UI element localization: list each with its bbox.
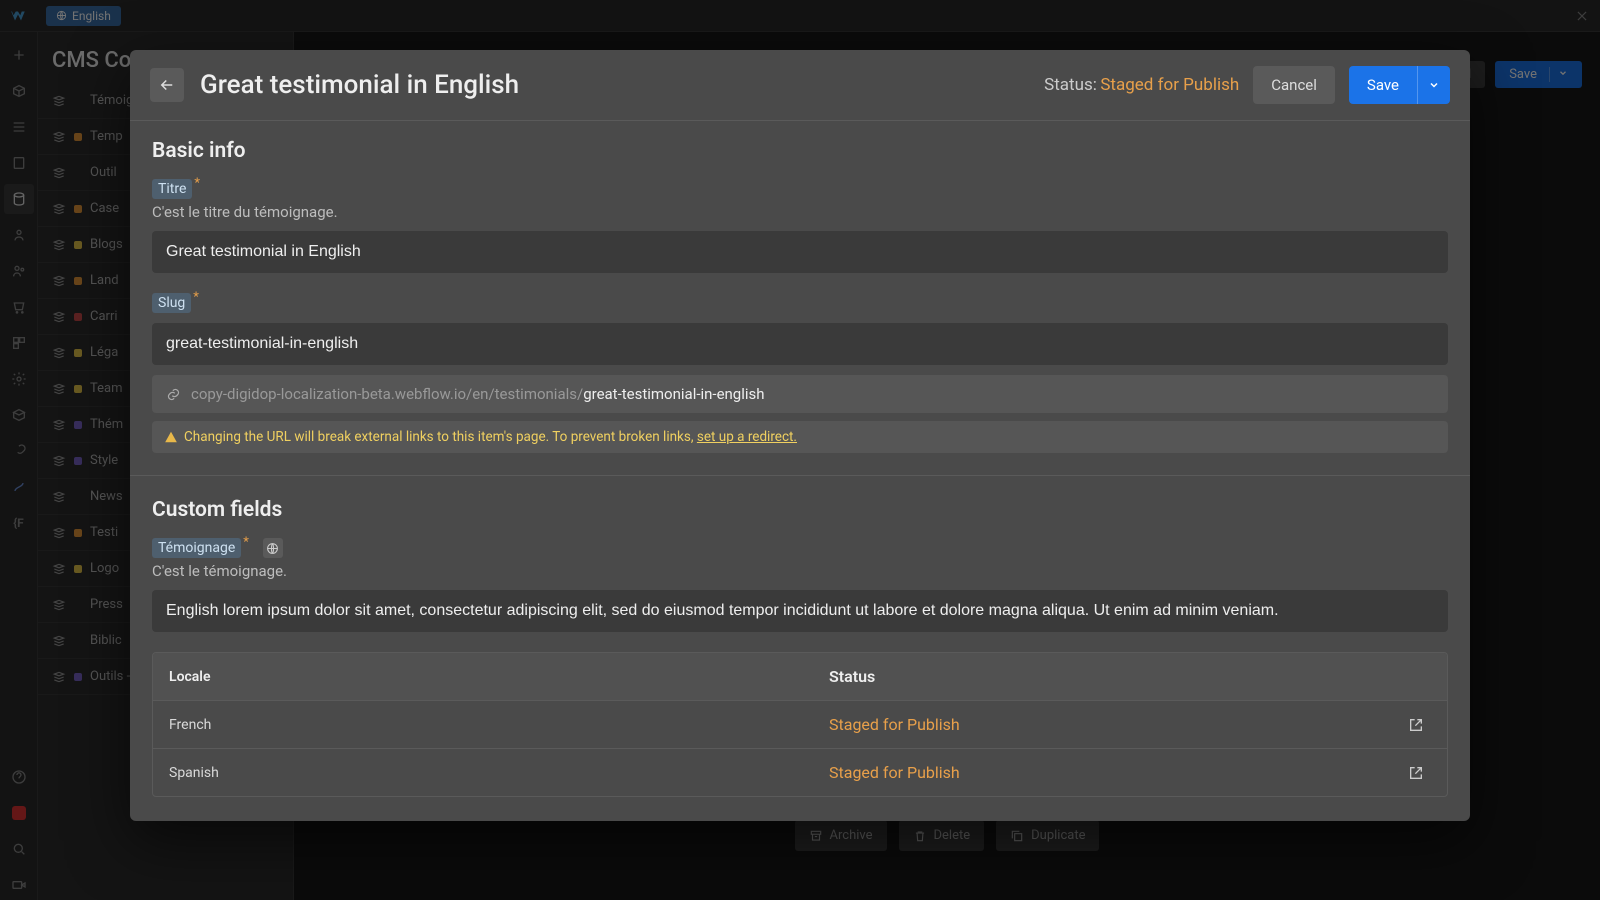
locale-status: Staged for Publish	[829, 763, 1401, 782]
cancel-button[interactable]: Cancel	[1253, 66, 1335, 104]
temoignage-input[interactable]	[152, 590, 1448, 632]
save-dropdown-button[interactable]	[1417, 66, 1450, 104]
modal-body: Basic info Titre* C'est le titre du témo…	[130, 121, 1470, 821]
open-locale-icon[interactable]	[1401, 717, 1431, 733]
modal-title: Great testimonial in English	[200, 70, 519, 100]
status-value: Staged for Publish	[1100, 75, 1239, 95]
locale-row[interactable]: FrenchStaged for Publish	[153, 701, 1447, 749]
url-slug: great-testimonial-in-english	[583, 385, 764, 403]
slug-warning: Changing the URL will break external lin…	[152, 421, 1448, 453]
save-button[interactable]: Save	[1349, 66, 1417, 104]
warning-text: Changing the URL will break external lin…	[184, 429, 697, 445]
section-basic-info: Basic info	[152, 139, 1448, 163]
field-help-temoignage: C'est le témoignage.	[152, 562, 1448, 580]
locale-name: French	[169, 717, 829, 733]
field-slug: Slug* copy-digidop-localization-beta.web…	[152, 293, 1448, 453]
titre-input[interactable]	[152, 231, 1448, 273]
locale-table-header: Locale Status	[153, 653, 1447, 701]
required-star-icon: *	[193, 290, 199, 305]
link-icon	[166, 387, 181, 402]
required-star-icon: *	[243, 535, 249, 550]
globe-icon[interactable]	[263, 538, 283, 558]
field-label-temoignage: Témoignage	[152, 538, 241, 558]
field-temoignage: Témoignage* C'est le témoignage.	[152, 538, 1448, 632]
field-help-titre: C'est le titre du témoignage.	[152, 203, 1448, 221]
required-star-icon: *	[194, 176, 200, 191]
modal-header: Great testimonial in English Status: Sta…	[130, 50, 1470, 121]
warning-icon	[164, 430, 178, 444]
field-label-titre: Titre	[152, 179, 192, 199]
locale-name: Spanish	[169, 765, 829, 781]
slug-input[interactable]	[152, 323, 1448, 365]
locale-status: Staged for Publish	[829, 715, 1401, 734]
field-label-slug: Slug	[152, 293, 191, 313]
back-button[interactable]	[150, 68, 184, 102]
url-preview: copy-digidop-localization-beta.webflow.i…	[152, 375, 1448, 413]
item-editor-modal: Great testimonial in English Status: Sta…	[130, 50, 1470, 821]
section-custom-fields: Custom fields	[152, 498, 1448, 522]
col-status: Status	[829, 667, 1401, 686]
open-locale-icon[interactable]	[1401, 765, 1431, 781]
redirect-link[interactable]: set up a redirect.	[697, 429, 797, 445]
url-prefix: copy-digidop-localization-beta.webflow.i…	[191, 385, 583, 403]
locale-row[interactable]: SpanishStaged for Publish	[153, 749, 1447, 796]
status-label: Status:	[1044, 75, 1097, 95]
field-titre: Titre* C'est le titre du témoignage.	[152, 179, 1448, 273]
col-locale: Locale	[169, 669, 829, 685]
locale-table: Locale Status FrenchStaged for PublishSp…	[152, 652, 1448, 797]
